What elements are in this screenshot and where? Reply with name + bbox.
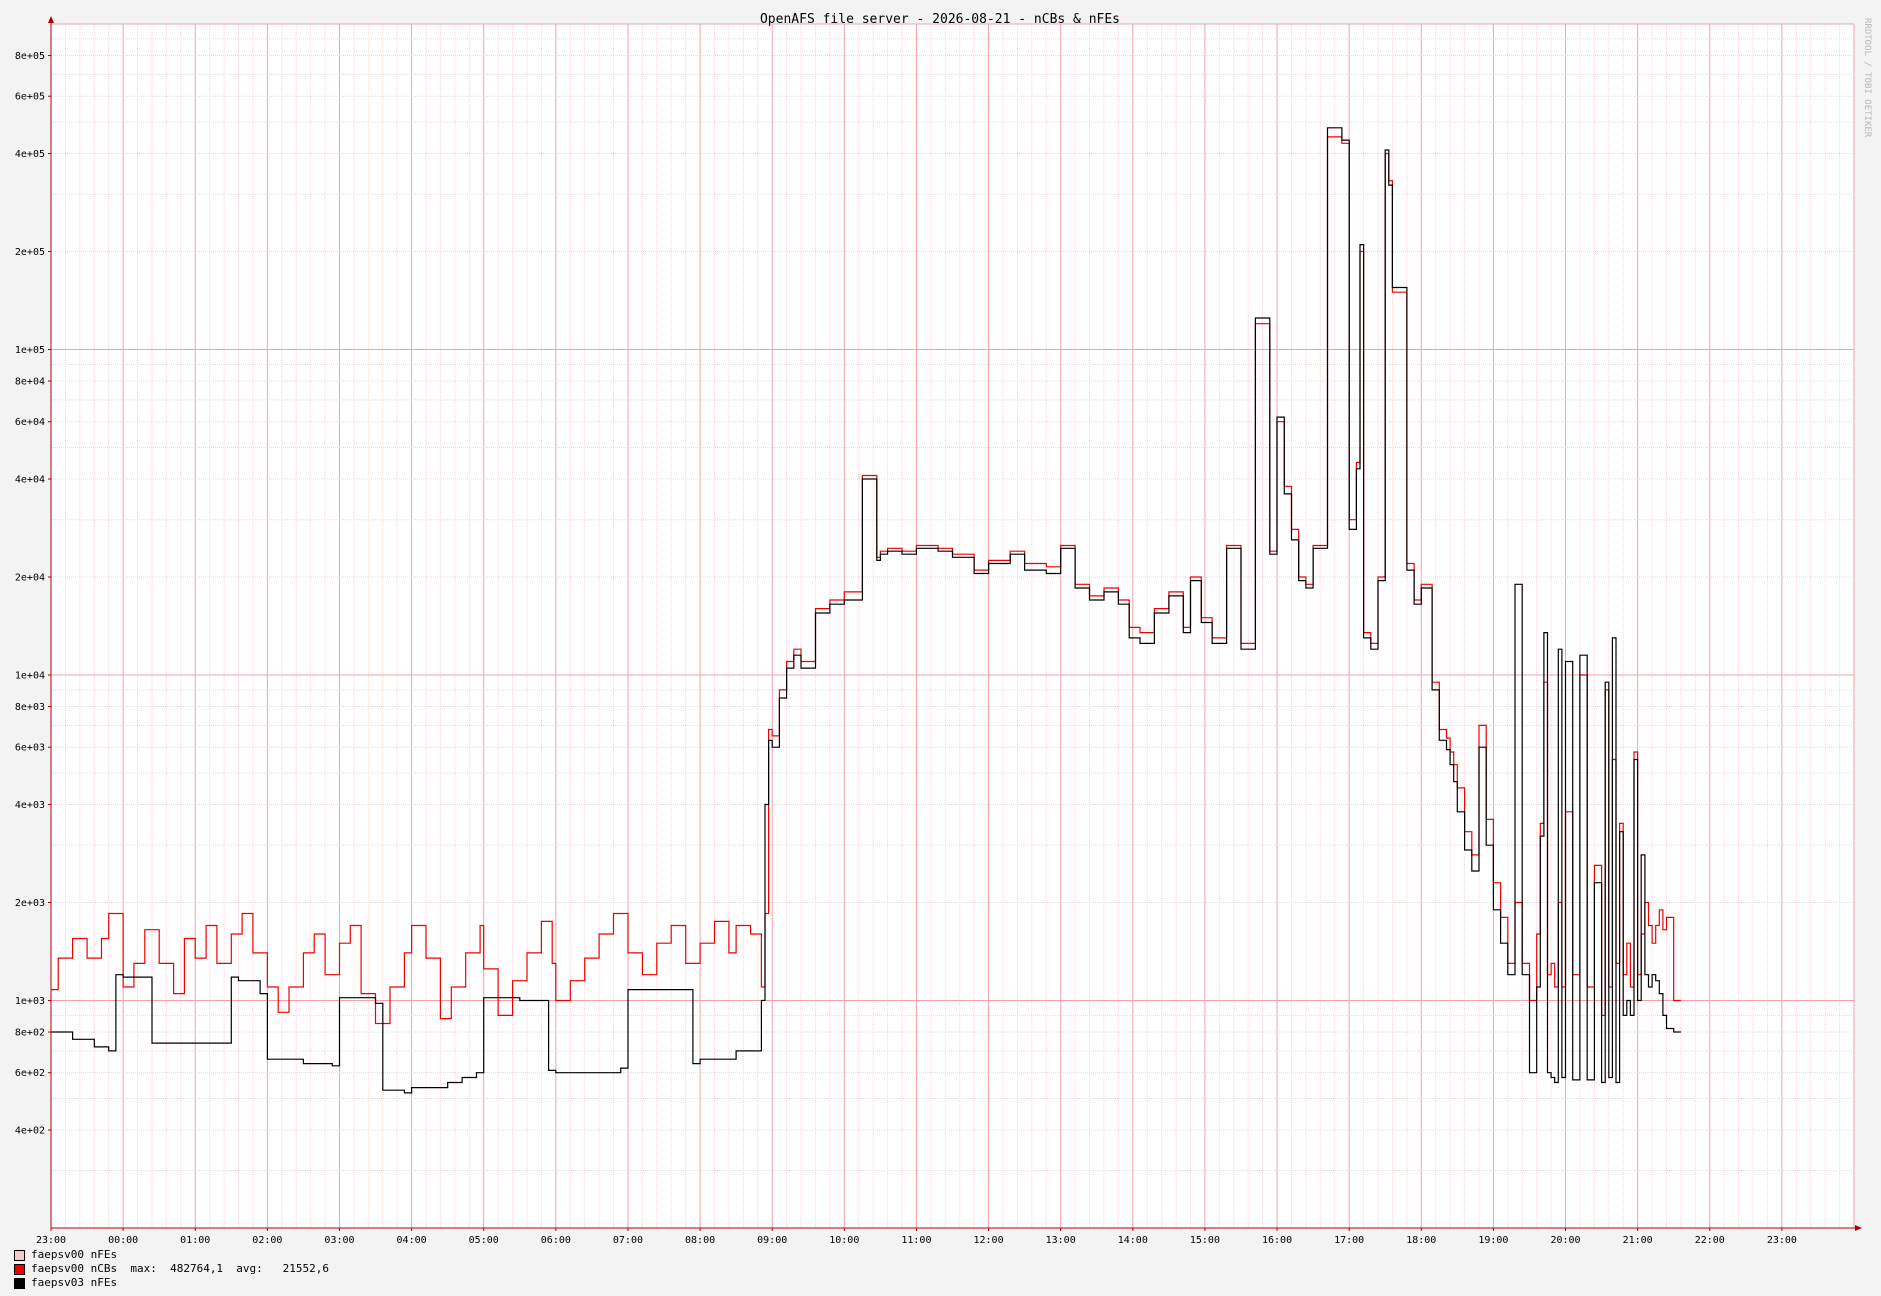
x-tick-label: 23:00 <box>1767 1235 1797 1246</box>
legend-item: faepsv00 nFEs <box>14 1248 329 1262</box>
x-tick-label: 09:00 <box>757 1235 787 1246</box>
y-tick-label: 6e+04 <box>15 417 45 428</box>
legend-item: faepsv00 nCBs max: 482764,1 avg: 21552,6 <box>14 1262 329 1276</box>
y-tick-label: 2e+03 <box>15 898 45 909</box>
y-tick-label: 6e+02 <box>15 1068 45 1079</box>
y-tick-label: 2e+04 <box>15 573 45 584</box>
x-tick-label: 18:00 <box>1406 1235 1436 1246</box>
x-tick-label: 03:00 <box>324 1235 354 1246</box>
y-tick-label: 4e+02 <box>15 1126 45 1137</box>
y-tick-label: 1e+04 <box>15 670 45 681</box>
x-tick-label: 08:00 <box>685 1235 715 1246</box>
legend: faepsv00 nFEs faepsv00 nCBs max: 482764,… <box>14 1248 329 1290</box>
legend-item: faepsv03 nFEs <box>14 1276 329 1290</box>
x-tick-label: 00:00 <box>108 1235 138 1246</box>
x-tick-label: 12:00 <box>974 1235 1004 1246</box>
x-tick-label: 21:00 <box>1623 1235 1653 1246</box>
legend-label: faepsv00 nFEs <box>31 1248 118 1261</box>
y-tick-label: 2e+05 <box>15 247 45 258</box>
x-tick-label: 05:00 <box>469 1235 499 1246</box>
rrdtool-watermark: RRDTOOL / TOBI OETIKER <box>1862 18 1872 138</box>
legend-stats <box>117 1262 130 1276</box>
y-tick-label: 4e+03 <box>15 800 45 811</box>
y-tick-label: 6e+03 <box>15 743 45 754</box>
y-tick-label: 8e+04 <box>15 377 45 388</box>
x-tick-label: 14:00 <box>1118 1235 1148 1246</box>
y-tick-label: 8e+05 <box>15 51 45 62</box>
x-tick-label: 04:00 <box>397 1235 427 1246</box>
chart-title: OpenAFS file server - 2026-08-21 - nCBs … <box>760 12 1120 27</box>
y-tick-label: 6e+05 <box>15 92 45 103</box>
x-tick-label: 11:00 <box>901 1235 931 1246</box>
x-tick-label: 10:00 <box>829 1235 859 1246</box>
legend-label: faepsv03 nFEs <box>31 1276 118 1289</box>
plot-background <box>51 24 1854 1228</box>
y-tick-label: 1e+05 <box>15 345 45 356</box>
legend-swatch <box>14 1249 25 1261</box>
x-tick-label: 16:00 <box>1262 1235 1292 1246</box>
x-tick-label: 23:00 <box>36 1235 66 1246</box>
y-tick-label: 8e+03 <box>15 702 45 713</box>
legend-swatch <box>14 1277 25 1289</box>
y-tick-label: 1e+03 <box>15 996 45 1007</box>
y-tick-label: 4e+05 <box>15 149 45 160</box>
x-tick-label: 15:00 <box>1190 1235 1220 1246</box>
chart-svg: 4e+02 6e+02 8e+02 1e+03 2e+03 4e+03 6e+03 8e+03… <box>0 0 1881 1296</box>
x-tick-label: 17:00 <box>1334 1235 1364 1246</box>
y-tick-label: 8e+02 <box>15 1028 45 1039</box>
y-tick-label: 4e+04 <box>15 475 45 486</box>
x-tick-label: 07:00 <box>613 1235 643 1246</box>
x-tick-label: 19:00 <box>1478 1235 1508 1246</box>
x-tick-label: 01:00 <box>180 1235 210 1246</box>
x-tick-label: 06:00 <box>541 1235 571 1246</box>
x-tick-label: 02:00 <box>252 1235 282 1246</box>
x-tick-label: 13:00 <box>1046 1235 1076 1246</box>
legend-swatch <box>14 1263 25 1275</box>
legend-stats-values: max: 482764,1 avg: 21552,6 <box>130 1262 330 1275</box>
x-tick-label: 20:00 <box>1550 1235 1580 1246</box>
chart-root: 4e+02 6e+02 8e+02 1e+03 2e+03 4e+03 6e+03 8e+03… <box>0 0 1881 1296</box>
legend-label: faepsv00 nCBs <box>31 1262 118 1275</box>
x-tick-label: 22:00 <box>1695 1235 1725 1246</box>
